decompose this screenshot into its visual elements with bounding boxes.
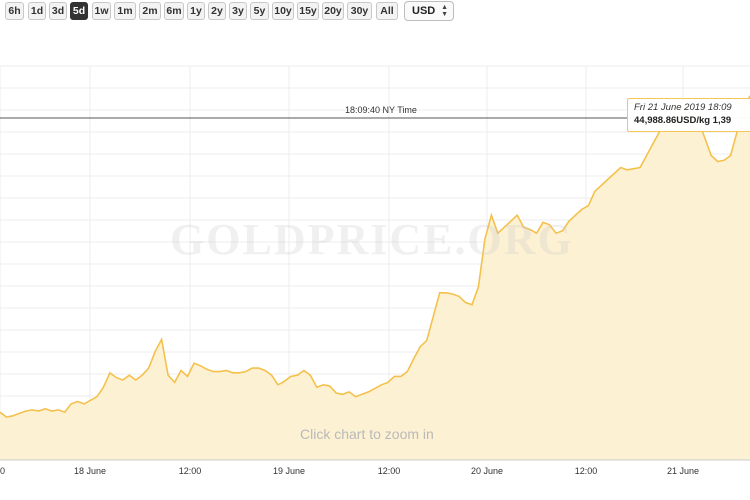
x-tick-label: 21 June	[667, 466, 699, 476]
x-tick-label: 12:00	[378, 466, 401, 476]
range-button-3y[interactable]: 3y	[229, 2, 247, 20]
range-button-15y[interactable]: 15y	[297, 2, 319, 20]
range-button-5d[interactable]: 5d	[70, 2, 88, 20]
crosshair-time-label: 18:09:40 NY Time	[345, 105, 417, 115]
range-button-1y[interactable]: 1y	[187, 2, 205, 20]
range-toolbar: 6h 1d 3d 5d 1w 1m 2m 6m 1y 2y 3y 5y 10y 15y 20y 30y All	[0, 0, 750, 26]
price-tooltip: Fri 21 June 2019 18:09 44,988.86USD/kg 1…	[627, 98, 750, 132]
range-button-1w[interactable]: 1w	[92, 2, 111, 20]
range-button-2m[interactable]: 2m	[139, 2, 161, 20]
range-button-30y[interactable]: 30y	[347, 2, 372, 20]
x-tick-label: 12:00	[575, 466, 598, 476]
select-arrows-icon: ▲ ▼	[441, 4, 448, 18]
price-chart[interactable]: 0 18 June 12:00 19 June 12:00 20 June 12:00 21 …	[0, 26, 750, 500]
currency-select[interactable]: USD ▲ ▼	[404, 1, 454, 21]
range-button-10y[interactable]: 10y	[272, 2, 294, 20]
x-tick-label: 19 June	[273, 466, 305, 476]
range-button-20y[interactable]: 20y	[322, 2, 344, 20]
range-button-1d[interactable]: 1d	[28, 2, 46, 20]
range-button-6h[interactable]: 6h	[5, 2, 24, 20]
range-button-2y[interactable]: 2y	[208, 2, 226, 20]
range-button-5y[interactable]: 5y	[250, 2, 269, 20]
range-button-1m[interactable]: 1m	[114, 2, 136, 20]
x-tick-label: 20 June	[471, 466, 503, 476]
range-button-3d[interactable]: 3d	[49, 2, 67, 20]
range-button-6m[interactable]: 6m	[164, 2, 184, 20]
x-tick-label: 18 June	[74, 466, 106, 476]
price-area-fill	[0, 95, 750, 461]
x-tick-label: 12:00	[179, 466, 202, 476]
watermark: GOLDPRICE.ORG	[170, 215, 574, 264]
range-button-All[interactable]: All	[376, 2, 398, 20]
tooltip-value: 44,988.86USD/kg 1,39	[634, 115, 732, 126]
zoom-hint: Click chart to zoom in	[300, 426, 434, 442]
tooltip-date: Fri 21 June 2019 18:09	[634, 102, 732, 113]
x-tick-label: 0	[0, 466, 5, 476]
currency-value: USD	[412, 5, 436, 17]
